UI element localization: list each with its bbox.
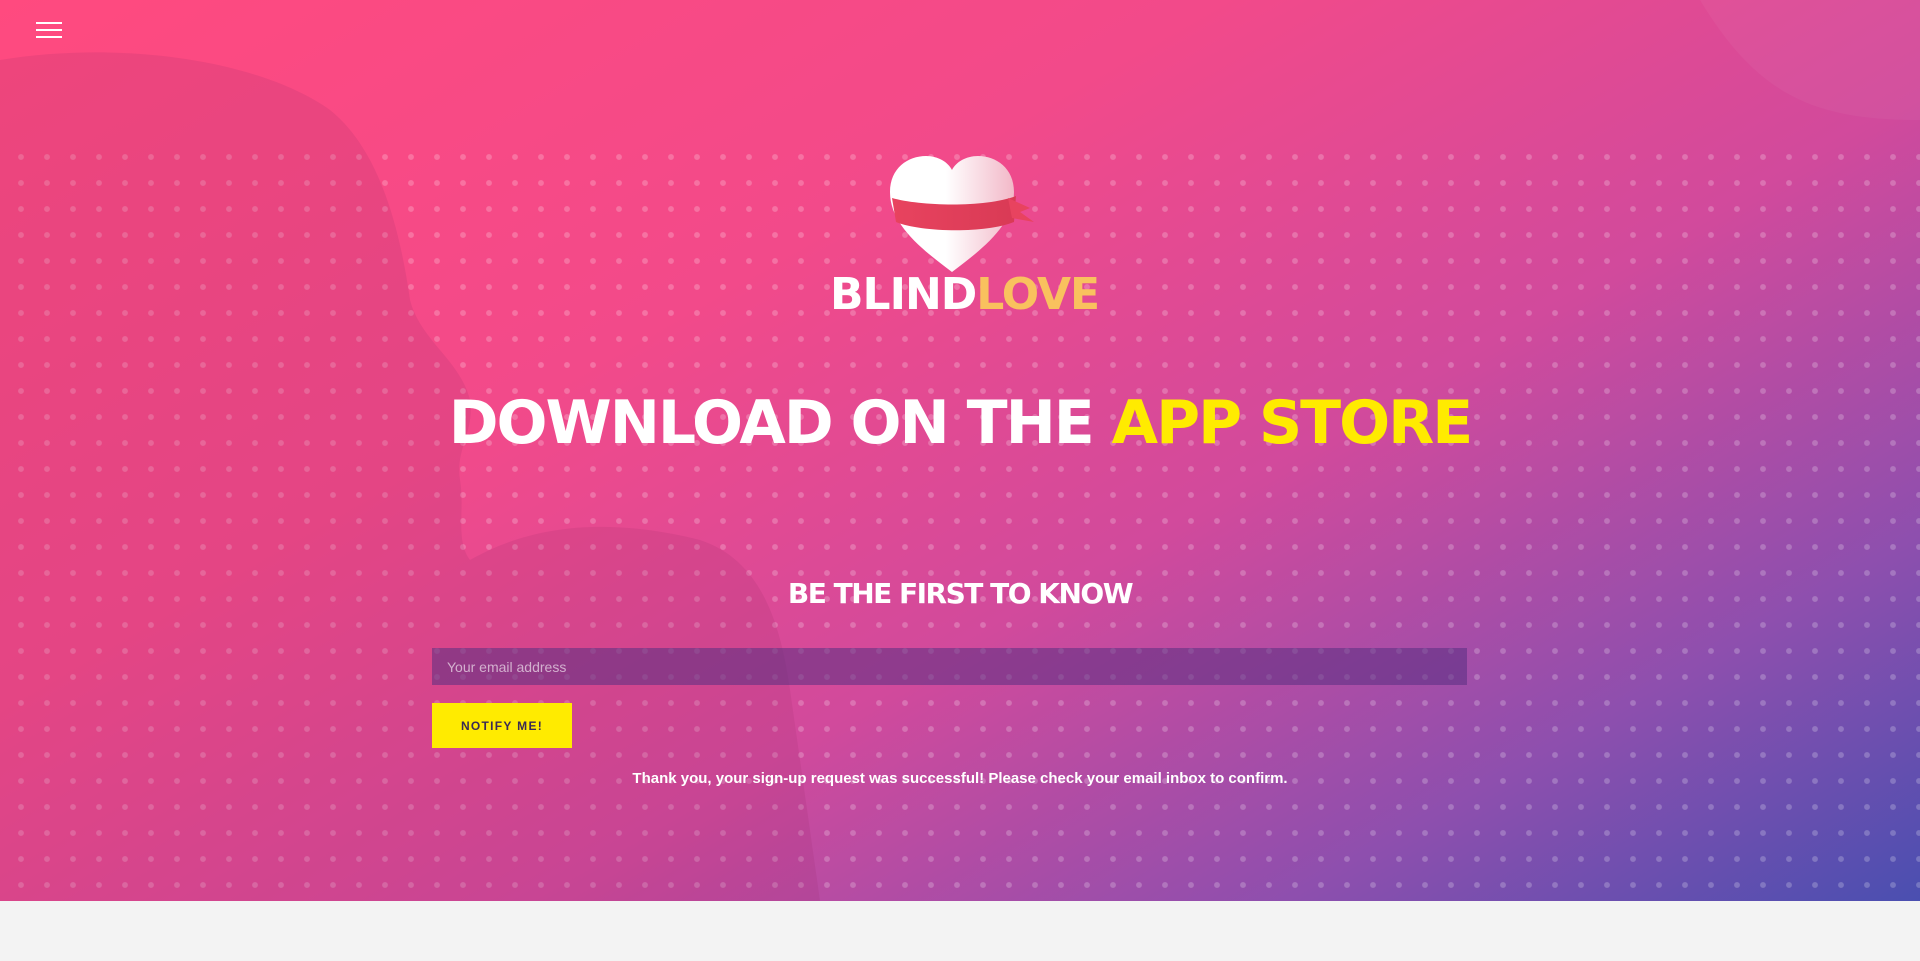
brand-wordmark: BLINDLOVE xyxy=(830,269,1100,320)
brand-logo: BLINDLOVE xyxy=(830,150,1100,325)
footer-strip xyxy=(0,901,1920,961)
signup-heading: BE THE FIRST TO KNOW xyxy=(787,577,1134,610)
hamburger-menu-icon[interactable] xyxy=(36,22,62,40)
brand-word-blind: BLIND xyxy=(830,269,977,320)
notify-button[interactable]: NOTIFY ME! xyxy=(432,703,572,748)
headline-accent-text: APP STORE xyxy=(1111,388,1474,458)
heart-ribbon-icon xyxy=(890,156,1034,272)
brand-word-love: LOVE xyxy=(976,269,1100,320)
hero-section: BLINDLOVE DOWNLOAD ON THE APP STORE BE T… xyxy=(0,0,1920,901)
signup-success-message: Thank you, your sign-up request was succ… xyxy=(632,770,1288,787)
headline-text: DOWNLOAD ON THE xyxy=(448,388,1112,458)
email-field[interactable] xyxy=(432,648,1467,685)
page-headline: DOWNLOAD ON THE APP STORE xyxy=(0,378,1920,468)
